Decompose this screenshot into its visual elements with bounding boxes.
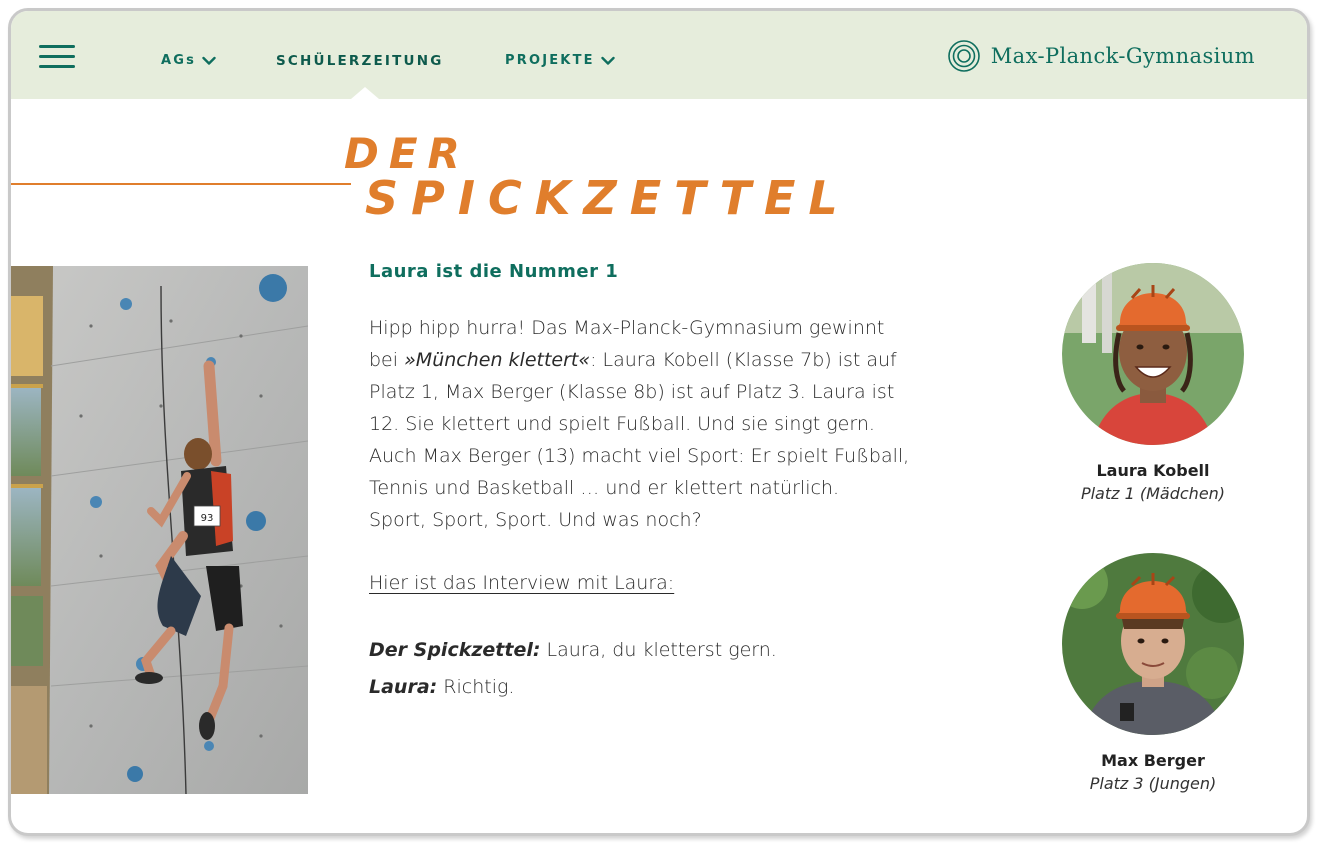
interview: Der Spickzettel: Laura, du kletterst ger…	[369, 632, 1019, 706]
title-divider-line	[11, 183, 351, 185]
article-body: Hipp hipp hurra! Das Max-Planck-Gymnasiu…	[369, 312, 1019, 536]
article: Laura ist die Nummer 1 Hipp hipp hurra! …	[369, 261, 1019, 706]
chevron-down-icon	[601, 56, 615, 65]
top-navigation-bar: AGs SCHÜLERZEITUNG PROJEKTE Max-Planck-G…	[11, 11, 1307, 99]
hamburger-icon[interactable]	[39, 45, 75, 68]
body-text: : Laura Kobell (Klasse 7b) ist auf	[590, 349, 897, 371]
body-line: Hipp hipp hurra! Das Max-Planck-Gymnasiu…	[369, 317, 885, 339]
interview-speaker: Der Spickzettel:	[369, 639, 541, 661]
body-line: bei »München klettert«: Laura Kobell (Kl…	[369, 344, 1019, 376]
person-name: Laura Kobell	[1096, 461, 1210, 480]
interview-text: Richtig.	[437, 676, 515, 698]
school-logo[interactable]: Max-Planck-Gymnasium	[947, 39, 1255, 73]
chevron-down-icon	[202, 56, 216, 65]
body-line: Tennis und Basketball … und er klettert …	[369, 477, 839, 499]
event-name: »München klettert«	[404, 349, 591, 371]
nav-item-label: PROJEKTE	[505, 53, 595, 68]
interview-speaker: Laura:	[369, 676, 438, 698]
nav-item-projekte[interactable]: PROJEKTE	[505, 53, 615, 68]
interview-link[interactable]: Hier ist das Interview mit Laura:	[369, 572, 674, 594]
person-name: Max Berger	[1101, 751, 1205, 770]
person-placement: Platz 1 (Mädchen)	[1080, 484, 1226, 503]
person-card-laura: Laura Kobell Platz 1 (Mädchen)	[1043, 263, 1263, 503]
bib-number: 93	[201, 513, 214, 524]
article-heading: Laura ist die Nummer 1	[369, 261, 619, 282]
body-line: 12. Sie klettert und spielt Fußball. Und…	[369, 413, 875, 435]
person-placement: Platz 3 (Jungen)	[1089, 774, 1217, 793]
climbing-wall-photo: 93	[11, 266, 308, 794]
body-line: Sport, Sport, Sport. Und was noch?	[369, 509, 702, 531]
active-tab-indicator	[351, 87, 379, 99]
avatar	[1062, 263, 1244, 445]
interview-text: Laura, du kletterst gern.	[540, 639, 777, 661]
nav-item-schuelerzeitung[interactable]: SCHÜLERZEITUNG	[276, 53, 444, 69]
nav-item-label: SCHÜLERZEITUNG	[276, 53, 444, 69]
avatar	[1062, 553, 1244, 735]
school-name: Max-Planck-Gymnasium	[990, 44, 1255, 68]
body-line: Auch Max Berger (13) macht viel Sport: E…	[369, 445, 910, 467]
person-card-max: Max Berger Platz 3 (Jungen)	[1043, 553, 1263, 793]
nav-item-ags[interactable]: AGs	[161, 53, 216, 68]
page-title-line2: SPICKZETTEL	[365, 171, 851, 225]
page-frame: AGs SCHÜLERZEITUNG PROJEKTE Max-Planck-G…	[8, 8, 1310, 836]
nav-item-label: AGs	[161, 53, 197, 68]
body-text: bei	[369, 349, 405, 371]
interview-line: Laura: Richtig.	[369, 669, 1019, 706]
interview-line: Der Spickzettel: Laura, du kletterst ger…	[369, 632, 1019, 669]
concentric-circles-logo-icon	[947, 40, 980, 72]
body-line: Platz 1, Max Berger (Klasse 8b) ist auf …	[369, 381, 895, 403]
